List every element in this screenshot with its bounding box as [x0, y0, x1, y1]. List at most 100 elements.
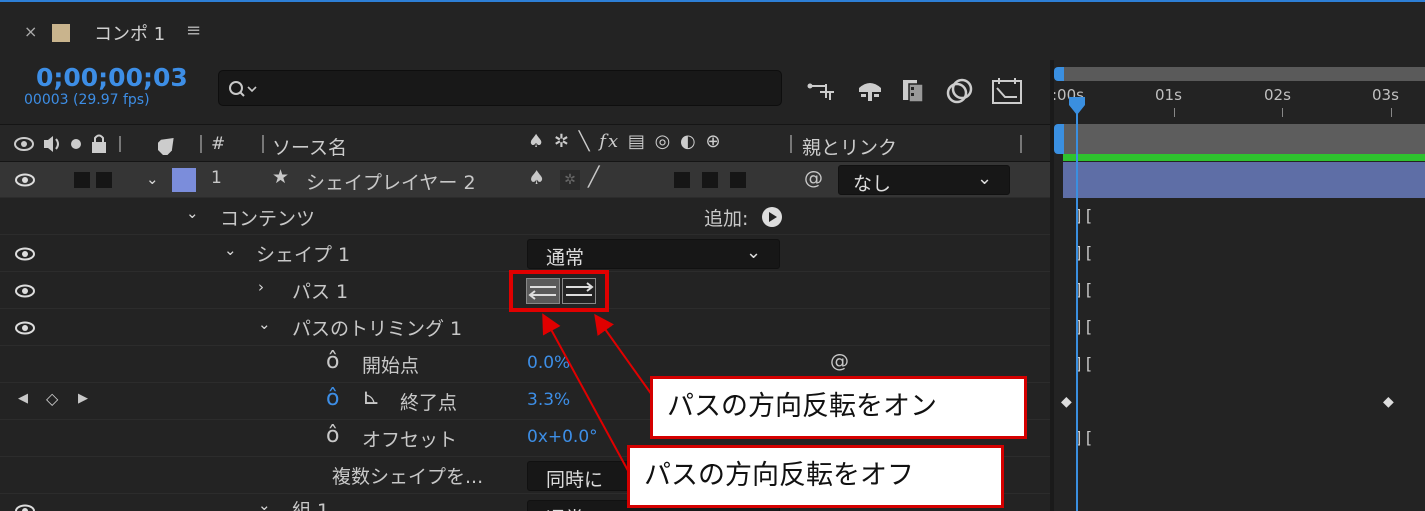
- parent-dropdown-value: なし: [853, 173, 892, 195]
- keyframe-diamond-icon[interactable]: ◆: [1383, 394, 1394, 410]
- shy-switch-icon: ♠: [528, 131, 547, 152]
- layer-row-1[interactable]: ⌄ 1 ★ シェイプレイヤー 2 ♠ ✲ ╱ @ なし ⌄: [0, 162, 1050, 198]
- start-label: 開始点: [362, 355, 420, 377]
- lock-switch[interactable]: [96, 172, 112, 188]
- ruler-tickmark: [1174, 108, 1175, 117]
- pick-whip-icon[interactable]: @: [804, 167, 823, 189]
- graph-editor-icon[interactable]: [991, 77, 1025, 105]
- work-area-start-handle[interactable]: [1054, 67, 1064, 81]
- panel-divider[interactable]: [1050, 60, 1054, 511]
- next-keyframe-icon[interactable]: ▶: [78, 391, 88, 406]
- panel-title[interactable]: コンポ 1: [94, 20, 165, 46]
- work-area-bar[interactable]: [1060, 67, 1425, 81]
- frame-blending-icon[interactable]: [900, 78, 926, 104]
- shape1-row[interactable]: ⌄ シェイプ 1 通常 ⌄: [0, 235, 1050, 272]
- ruler-tick-3: 03s: [1372, 86, 1399, 104]
- blend-mode-value: 通常: [546, 247, 585, 269]
- expand-chevron-icon[interactable]: ⌄: [224, 241, 237, 259]
- motion-blur-switch[interactable]: [730, 172, 746, 188]
- multiple-shapes-value: 同時に: [546, 469, 604, 491]
- expand-chevron-icon[interactable]: ⌄: [258, 315, 271, 333]
- visibility-eye-icon[interactable]: [14, 173, 36, 187]
- layer-duration-bar[interactable]: [1063, 154, 1425, 161]
- reverse-path-on-button[interactable]: [562, 278, 596, 304]
- quality-switch-icon: ╲: [578, 131, 592, 152]
- path1-row[interactable]: › パス 1: [0, 270, 1050, 312]
- search-field[interactable]: [218, 70, 782, 106]
- layer-label-color[interactable]: [172, 168, 196, 192]
- shy-layers-icon[interactable]: [855, 78, 885, 102]
- playhead-line[interactable]: [1076, 100, 1078, 511]
- visibility-eye-icon[interactable]: [14, 321, 36, 335]
- layer-bar-timeline[interactable]: [1063, 162, 1425, 198]
- expression-pickwhip-icon[interactable]: @: [830, 350, 849, 372]
- prev-keyframe-icon[interactable]: ◀: [18, 391, 28, 406]
- chevron-down-icon: ⌄: [746, 242, 762, 263]
- expand-chevron-icon[interactable]: ›: [258, 278, 264, 296]
- frame-blend-switch[interactable]: [702, 172, 718, 188]
- fx-switch-icon: fx: [599, 131, 621, 152]
- graph-icon[interactable]: ⊾: [362, 385, 380, 410]
- expand-chevron-icon[interactable]: ⌄: [186, 204, 199, 222]
- search-icon: [229, 81, 257, 97]
- add-menu-button[interactable]: [762, 207, 782, 227]
- shape-layer-star-icon: ★: [272, 166, 290, 188]
- label-tag-icon: [158, 137, 174, 155]
- expand-chevron-icon[interactable]: ⌄: [258, 496, 271, 511]
- callout-reverse-off: パスの方向反転をオフ: [627, 445, 1004, 508]
- search-input[interactable]: [265, 75, 765, 101]
- stopwatch-icon[interactable]: ô: [326, 423, 339, 448]
- blend-mode-dropdown[interactable]: 通常 ⌄: [527, 239, 780, 269]
- timecode-display[interactable]: 0;00;00;03: [36, 63, 188, 92]
- motion-blur-icon[interactable]: [945, 77, 975, 105]
- header-parent-link[interactable]: 親とリンク: [802, 133, 897, 160]
- close-icon[interactable]: ×: [24, 22, 37, 41]
- header-divider: [262, 135, 264, 153]
- quality-switch-icon[interactable]: ╱: [588, 166, 599, 188]
- trim-paths-row[interactable]: ⌄ パスのトリミング 1: [0, 309, 1050, 346]
- visibility-eye-icon[interactable]: [14, 504, 36, 511]
- header-divider: [200, 135, 202, 153]
- expand-chevron-icon[interactable]: ⌄: [146, 170, 159, 188]
- stopwatch-icon[interactable]: ô: [326, 349, 339, 374]
- end-value[interactable]: 3.3%: [527, 390, 570, 410]
- solo-switch[interactable]: [74, 172, 90, 188]
- header-source-name[interactable]: ソース名: [272, 133, 347, 160]
- switches-header-icons: ♠ ✲ ╲ fx ▤ ◎ ◐ ⊕: [528, 131, 723, 152]
- keyframe-diamond-icon[interactable]: ◆: [1061, 394, 1072, 410]
- panel-menu-icon[interactable]: ≡: [186, 20, 201, 41]
- reverse-path-off-button[interactable]: [526, 278, 560, 304]
- ruler-tick-2: 02s: [1264, 86, 1291, 104]
- header-number: #: [211, 134, 226, 154]
- offset-value[interactable]: 0x+0.0°: [527, 427, 598, 447]
- fx-switch[interactable]: [674, 172, 690, 188]
- start-value[interactable]: 0.0%: [527, 353, 570, 373]
- draft-3d-icon[interactable]: [806, 80, 840, 104]
- visibility-eye-icon[interactable]: [14, 284, 36, 298]
- stopwatch-active-icon[interactable]: ô: [326, 386, 339, 411]
- visibility-eye-icon[interactable]: [14, 247, 36, 261]
- header-divider: [790, 135, 792, 153]
- frame-blend-switch-icon: ▤: [627, 131, 647, 152]
- adjustment-switch-icon: ◐: [680, 131, 698, 152]
- track-start-handle[interactable]: [1054, 124, 1064, 154]
- contents-row[interactable]: ⌄ コンテンツ 追加:: [0, 198, 1050, 235]
- playhead-handle[interactable]: [1067, 95, 1087, 117]
- add-keyframe-icon[interactable]: ◇: [46, 389, 58, 408]
- collapse-switch-icon: ✲: [553, 131, 571, 152]
- group1-label: 組 1: [292, 500, 330, 511]
- end-label: 終了点: [400, 392, 458, 414]
- reverse-path-off-icon: [528, 286, 556, 300]
- ruler-tickmark: [1282, 108, 1283, 117]
- collapse-switch[interactable]: ✲: [560, 170, 580, 190]
- timecode-frames: 00003 (29.97 fps): [24, 92, 150, 108]
- callout-reverse-on: パスの方向反転をオン: [650, 376, 1027, 439]
- parent-dropdown[interactable]: なし ⌄: [838, 165, 1010, 195]
- shy-switch-icon[interactable]: ♠: [528, 167, 545, 189]
- multiple-shapes-label: 複数シェイプを...: [332, 466, 484, 488]
- av-switches-icons: [14, 134, 121, 153]
- layer-number: 1: [211, 168, 222, 188]
- comp-color-swatch: [52, 24, 70, 42]
- offset-label: オフセット: [362, 429, 458, 451]
- layer-name[interactable]: シェイプレイヤー 2: [306, 168, 476, 195]
